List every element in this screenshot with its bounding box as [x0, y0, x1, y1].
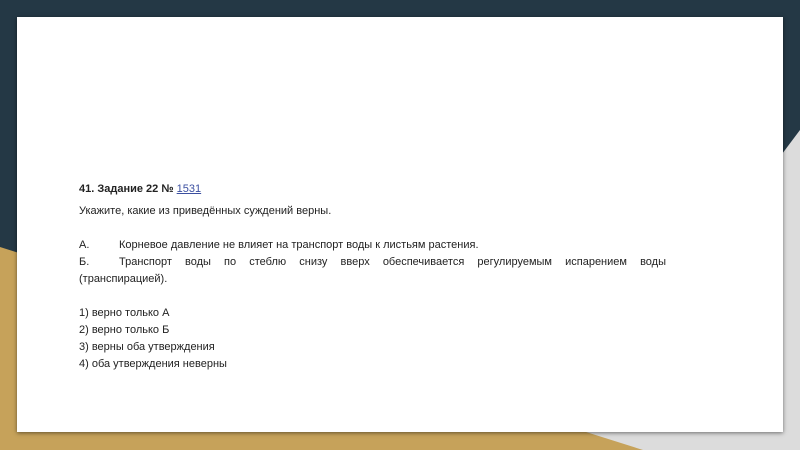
task-content: 41. Задание 22 № 1531 Укажите, какие из … [79, 181, 666, 373]
statement-b: Б. Транспорт воды по стеблю снизу вверх о… [79, 254, 666, 288]
statement-label: А. [79, 239, 90, 251]
option-2: 2) верно только Б [79, 324, 170, 336]
task-number-link[interactable]: 1531 [177, 183, 201, 195]
option-4: 4) оба утверждения неверны [79, 358, 227, 370]
task-title: 41. Задание 22 № 1531 [79, 181, 666, 198]
option-1: 1) верно только А [79, 307, 170, 319]
statement-label: Б. [79, 256, 90, 268]
statement-a: А. Корневое давление не влияет на транспо… [79, 237, 666, 254]
slide-card: 41. Задание 22 № 1531 Укажите, какие из … [17, 17, 783, 432]
statement-text: Транспорт воды по стеблю снизу вверх обе… [79, 256, 666, 285]
option-3: 3) верны оба утверждения [79, 341, 215, 353]
statement-text: Корневое давление не влияет на транспорт… [119, 239, 479, 251]
task-prompt: Укажите, какие из приведённых суждений в… [79, 205, 332, 217]
task-title-text: 41. Задание 22 № [79, 183, 177, 195]
